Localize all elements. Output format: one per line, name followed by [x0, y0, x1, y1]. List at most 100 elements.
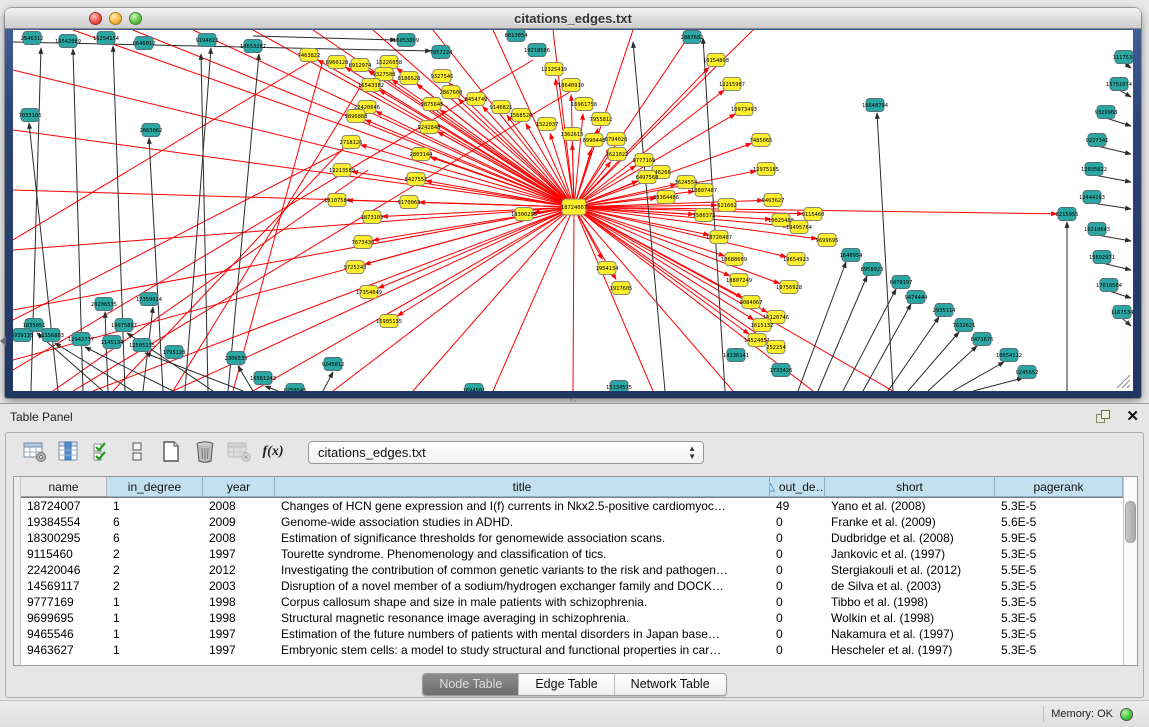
graph-node[interactable]: 23364486	[653, 191, 679, 204]
graph-node[interactable]: 19975887	[111, 319, 137, 332]
graph-edge-reference[interactable]	[798, 262, 846, 391]
graph-node[interactable]: 9463627	[762, 194, 785, 207]
graph-node[interactable]: 8427552	[405, 173, 428, 186]
graph-node[interactable]: 15751074	[1106, 78, 1132, 91]
graph-edge-reference[interactable]	[973, 378, 1023, 391]
graph-edge-citation[interactable]	[378, 207, 574, 288]
graph-edge-reference[interactable]	[888, 317, 939, 391]
graph-node[interactable]: 2887682	[681, 31, 704, 44]
graph-node[interactable]: 17359924	[136, 293, 162, 306]
graph-node[interactable]: 19756928	[776, 281, 802, 294]
graph-edge-reference[interactable]	[1109, 291, 1131, 298]
graph-node[interactable]: 8939135	[13, 329, 33, 342]
graph-node[interactable]: 1640954	[840, 249, 863, 262]
graph-edge-reference[interactable]	[877, 113, 893, 391]
graph-node[interactable]: 8958923	[861, 263, 884, 276]
vertical-scrollbar[interactable]	[1123, 477, 1137, 665]
network-table-selector[interactable]: citations_edges.txt ▲▼	[308, 441, 704, 464]
table-row[interactable]: 911546021997Tourette syndrome. Phenomeno…	[21, 546, 1123, 562]
graph-edge-reference[interactable]	[1106, 118, 1131, 126]
graph-node[interactable]: 12444193	[1079, 191, 1105, 204]
graph-node[interactable]: 9194023	[196, 34, 219, 47]
graph-node[interactable]: 8990448	[583, 134, 606, 147]
graph-node[interactable]: 1167534	[1111, 306, 1133, 319]
graph-node[interactable]: 7955812	[590, 113, 613, 126]
graph-edge-citation[interactable]	[430, 157, 574, 207]
graph-edge-reference[interactable]	[863, 304, 911, 391]
graph-node[interactable]: 11156803	[38, 329, 64, 342]
graph-node[interactable]: 9227341	[1086, 134, 1109, 147]
table-row[interactable]: 1872400712008Changes of HCN gene express…	[21, 498, 1123, 514]
graph-node[interactable]: 18107584	[324, 194, 350, 207]
graph-node[interactable]: 1117534	[1113, 51, 1133, 64]
graph-node[interactable]: 12942737	[68, 333, 94, 346]
graph-node[interactable]: 1733426	[770, 364, 793, 377]
delete-icon[interactable]	[190, 438, 220, 466]
graph-node[interactable]: 1621022	[606, 148, 629, 161]
graph-node[interactable]: 17016504	[1096, 279, 1122, 292]
graph-node[interactable]: 9725243	[344, 261, 367, 274]
graph-node[interactable]: 17354049	[356, 286, 382, 299]
graph-node[interactable]: 9245012	[322, 358, 345, 371]
graph-node[interactable]: 12505135	[129, 339, 155, 352]
graph-edge-reference[interactable]	[953, 362, 1004, 391]
scrollbar-thumb[interactable]	[1125, 501, 1136, 543]
graph-node[interactable]: 10973493	[731, 103, 757, 116]
graph-node[interactable]: 6646012	[133, 37, 156, 50]
graph-node[interactable]: 9146821	[490, 101, 513, 114]
graph-edge-reference[interactable]	[105, 312, 108, 391]
graph-node[interactable]: 7673430	[352, 236, 375, 249]
graph-node[interactable]: 18300295	[511, 208, 537, 221]
graph-node[interactable]: 7033106	[19, 109, 42, 122]
graph-node[interactable]: 1954134	[596, 262, 619, 275]
graph-node[interactable]: 15134575	[606, 381, 632, 392]
select-rows-icon[interactable]	[88, 438, 118, 466]
graph-node[interactable]: 1795128	[163, 346, 186, 359]
graph-edge-reference[interactable]	[1119, 90, 1131, 97]
graph-node[interactable]: 621602	[717, 199, 736, 212]
window-titlebar[interactable]: citations_edges.txt	[5, 8, 1141, 29]
graph-node[interactable]: 19495764	[786, 221, 812, 234]
graph-node[interactable]: 9327546	[431, 70, 454, 83]
graph-node[interactable]: 9896868	[345, 110, 368, 123]
table-row[interactable]: 969969511998Structural magnetic resonanc…	[21, 610, 1123, 626]
table-row[interactable]: 977716911998Corpus callosum shape and si…	[21, 594, 1123, 610]
graph-node[interactable]: 18807249	[726, 274, 752, 287]
table-row[interactable]: 1830029562008Estimation of significance …	[21, 530, 1123, 546]
tab-edge-table[interactable]: Edge Table	[518, 674, 613, 695]
graph-node[interactable]: 8960128	[326, 56, 349, 69]
row-height-icon[interactable]	[122, 438, 152, 466]
resize-grip-icon[interactable]	[1127, 385, 1130, 388]
table-row[interactable]: 1456911722003Disruption of a novel membe…	[21, 578, 1123, 594]
graph-node[interactable]: 9242848	[418, 121, 441, 134]
graph-node[interactable]: 10807487	[691, 184, 717, 197]
graph-node[interactable]: 8250545	[284, 384, 307, 392]
graph-node[interactable]: 6497568	[636, 171, 659, 184]
graph-node[interactable]: 9474444	[905, 291, 928, 304]
graph-edge-reference[interactable]	[1102, 263, 1131, 270]
graph-node[interactable]: 19218506	[524, 44, 550, 57]
graph-node[interactable]: 8813054	[505, 30, 528, 42]
table-row[interactable]: 2242004622012Investigating the contribut…	[21, 562, 1123, 578]
graph-node[interactable]: 7586372	[693, 209, 716, 222]
hidden-panel-arrow[interactable]	[0, 336, 6, 346]
graph-node[interactable]: 7485065	[750, 134, 773, 147]
graph-node[interactable]: 8471676	[971, 333, 994, 346]
graph-node[interactable]: 7632621	[953, 319, 976, 332]
table-row[interactable]: 946362711997Embryonic stem cells: a mode…	[21, 642, 1123, 658]
column-header-outde[interactable]: △out_de…	[770, 477, 825, 497]
graph-node[interactable]: 18640910	[558, 79, 584, 92]
graph-node[interactable]: 8912974	[349, 59, 372, 72]
memory-status-indicator[interactable]	[1120, 708, 1133, 721]
graph-node[interactable]: 1917605	[610, 282, 633, 295]
graph-node[interactable]: 16542089	[55, 35, 81, 48]
table-settings-icon[interactable]	[20, 438, 50, 466]
graph-node[interactable]: 16154808	[703, 54, 729, 67]
graph-node[interactable]: 8186528	[398, 72, 421, 85]
graph-edge-reference[interactable]	[55, 343, 133, 391]
graph-node[interactable]: 2867608	[440, 86, 463, 99]
graph-edge-reference[interactable]	[253, 36, 396, 40]
graph-node[interactable]: 16053809	[393, 34, 419, 47]
graph-edge-reference[interactable]	[265, 386, 278, 391]
graph-edge-reference[interactable]	[323, 372, 333, 391]
